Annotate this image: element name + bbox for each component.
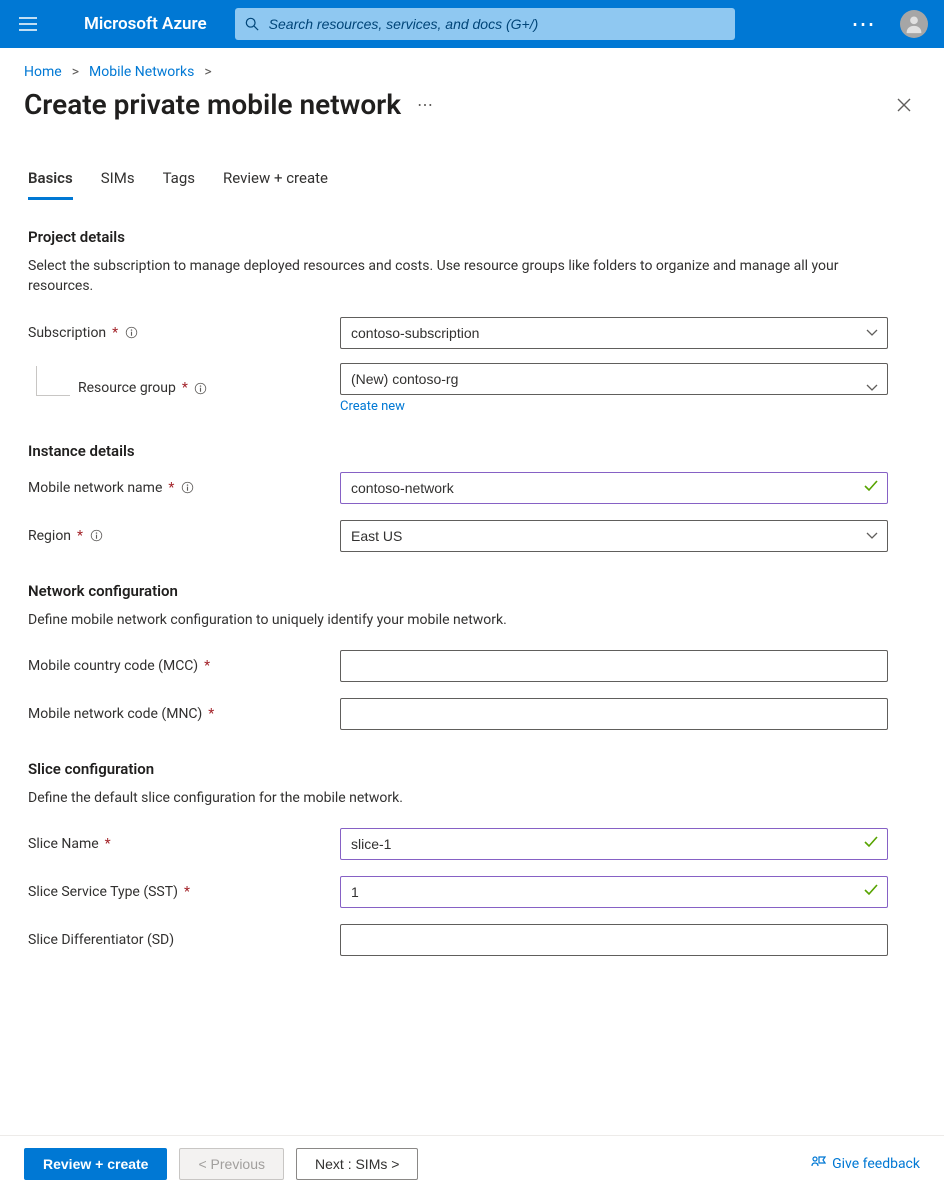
topbar: Microsoft Azure ⋯ — [0, 0, 944, 48]
mobile-network-name-input[interactable] — [340, 472, 888, 504]
required-asterisk: * — [112, 325, 118, 341]
breadcrumb: Home > Mobile Networks > — [0, 48, 944, 88]
tabs: Basics SIMs Tags Review + create — [0, 169, 944, 200]
slice-name-input[interactable] — [340, 828, 888, 860]
mnc-input[interactable] — [340, 698, 888, 730]
label-region: Region * — [28, 528, 340, 544]
label-mobile-network-name: Mobile network name * — [28, 480, 340, 496]
search-input[interactable] — [235, 8, 735, 40]
section-desc-project: Select the subscription to manage deploy… — [28, 256, 848, 297]
tree-connector — [36, 366, 70, 396]
sd-input[interactable] — [340, 924, 888, 956]
required-asterisk: * — [105, 836, 111, 852]
tab-sims[interactable]: SIMs — [101, 169, 135, 200]
brand-label[interactable]: Microsoft Azure — [84, 14, 207, 34]
next-sims-button[interactable]: Next : SIMs > — [296, 1148, 418, 1180]
hamburger-icon[interactable] — [16, 12, 40, 36]
info-icon[interactable] — [124, 326, 138, 340]
label-sst: Slice Service Type (SST) * — [28, 884, 340, 900]
tab-review[interactable]: Review + create — [223, 169, 328, 200]
section-desc-netconf: Define mobile network configuration to u… — [28, 610, 848, 630]
required-asterisk: * — [204, 658, 210, 674]
page-title: Create private mobile network — [24, 88, 401, 121]
label-mcc: Mobile country code (MCC) * — [28, 658, 340, 674]
required-asterisk: * — [208, 706, 214, 722]
give-feedback-link[interactable]: Give feedback — [810, 1154, 920, 1174]
topbar-more-icon[interactable]: ⋯ — [844, 10, 884, 38]
required-asterisk: * — [168, 480, 174, 496]
tab-tags[interactable]: Tags — [163, 169, 195, 200]
label-slice-name: Slice Name * — [28, 836, 340, 852]
create-new-link[interactable]: Create new — [340, 399, 405, 414]
avatar[interactable] — [900, 10, 928, 38]
label-mnc: Mobile network code (MNC) * — [28, 706, 340, 722]
section-title-project: Project details — [28, 228, 916, 246]
title-row: Create private mobile network ⋯ — [0, 88, 944, 149]
required-asterisk: * — [77, 528, 83, 544]
form-content: Project details Select the subscription … — [0, 200, 944, 1060]
title-more-icon[interactable]: ⋯ — [417, 95, 435, 114]
resource-group-select[interactable] — [340, 363, 888, 395]
breadcrumb-home[interactable]: Home — [24, 64, 62, 80]
close-icon[interactable] — [888, 89, 920, 121]
region-select[interactable] — [340, 520, 888, 552]
section-title-netconf: Network configuration — [28, 582, 916, 600]
section-title-slice: Slice configuration — [28, 760, 916, 778]
tab-basics[interactable]: Basics — [28, 169, 73, 200]
required-asterisk: * — [184, 884, 190, 900]
label-resource-group: Resource group * — [28, 380, 340, 396]
label-subscription: Subscription * — [28, 325, 340, 341]
search-wrap — [235, 8, 735, 40]
feedback-icon — [810, 1154, 826, 1174]
label-sd: Slice Differentiator (SD) — [28, 932, 340, 948]
info-icon[interactable] — [194, 381, 208, 395]
chevron-right-icon: > — [204, 64, 211, 80]
chevron-right-icon: > — [72, 64, 79, 80]
section-desc-slice: Define the default slice configuration f… — [28, 788, 848, 808]
required-asterisk: * — [182, 380, 188, 396]
review-create-button[interactable]: Review + create — [24, 1148, 167, 1180]
previous-button: < Previous — [179, 1148, 284, 1180]
footer: Review + create < Previous Next : SIMs >… — [0, 1135, 944, 1192]
subscription-select[interactable] — [340, 317, 888, 349]
sst-input[interactable] — [340, 876, 888, 908]
info-icon[interactable] — [89, 529, 103, 543]
section-title-instance: Instance details — [28, 442, 916, 460]
info-icon[interactable] — [180, 481, 194, 495]
breadcrumb-mobile-networks[interactable]: Mobile Networks — [89, 64, 194, 80]
mcc-input[interactable] — [340, 650, 888, 682]
search-icon — [245, 17, 259, 31]
